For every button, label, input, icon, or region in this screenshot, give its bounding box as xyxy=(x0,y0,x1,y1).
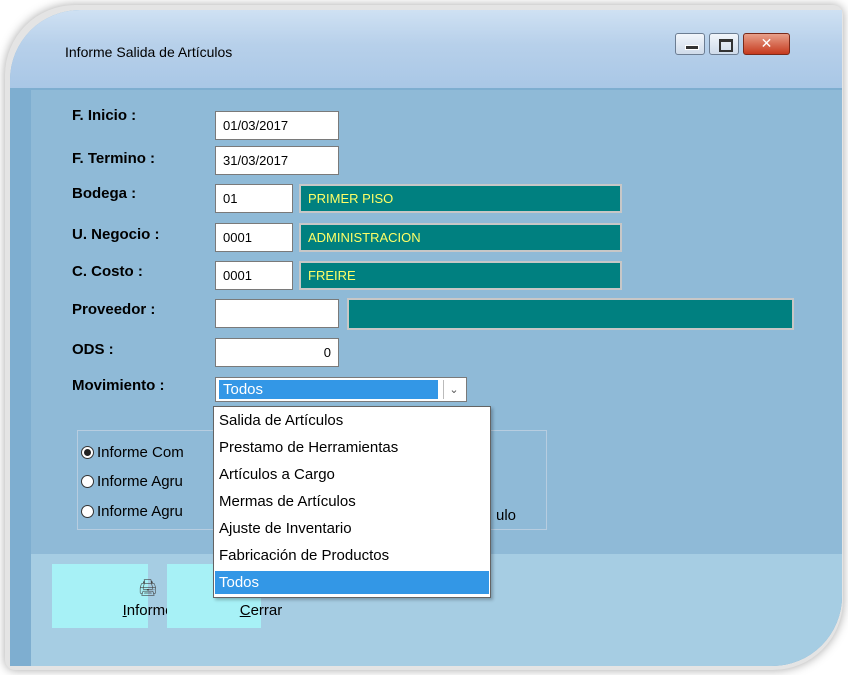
radio-option-1-label: Informe Com xyxy=(97,444,184,461)
proveedor-name-field xyxy=(347,298,794,330)
dropdown-option[interactable]: Prestamo de Herramientas xyxy=(215,436,489,459)
minimize-button[interactable] xyxy=(675,33,705,55)
minimize-icon xyxy=(685,45,699,50)
cerrar-button-label: Cerrar xyxy=(239,602,283,619)
radio-option-3[interactable]: Informe Agru xyxy=(81,503,183,520)
label-ods: ODS : xyxy=(72,341,114,358)
movimiento-dropdown-list: Salida de Artículos Prestamo de Herramie… xyxy=(213,406,491,598)
label-bodega: Bodega : xyxy=(72,185,137,202)
label-proveedor: Proveedor : xyxy=(72,301,156,318)
negocio-code-input[interactable]: 0001 xyxy=(215,223,293,252)
bodega-code-input[interactable]: 01 xyxy=(215,184,293,213)
dropdown-option[interactable]: Salida de Artículos xyxy=(215,409,489,432)
dropdown-option[interactable]: Artículos a Cargo xyxy=(215,463,489,486)
radio-option-2[interactable]: Informe Agru xyxy=(81,473,183,490)
movimiento-selected-value: Todos xyxy=(219,380,438,399)
label-inicio: F. Inicio : xyxy=(72,107,137,124)
dropdown-option[interactable]: Ajuste de Inventario xyxy=(215,517,489,540)
radio-checked-icon[interactable] xyxy=(81,446,94,459)
dropdown-option[interactable]: Mermas de Artículos xyxy=(215,490,489,513)
costo-name-field: FREIRE xyxy=(299,261,622,290)
costo-code-input[interactable]: 0001 xyxy=(215,261,293,290)
app-window: Informe Salida de Artículos ✕ F. Inicio … xyxy=(10,10,842,666)
title-bar[interactable]: Informe Salida de Artículos ✕ xyxy=(10,10,842,88)
proveedor-code-input[interactable] xyxy=(215,299,339,328)
termino-date-input[interactable]: 31/03/2017 xyxy=(215,146,339,175)
dropdown-option-selected[interactable]: Todos xyxy=(215,571,489,594)
ods-input[interactable]: 0 xyxy=(215,338,339,367)
dropdown-option[interactable]: Fabricación de Productos xyxy=(215,544,489,567)
movimiento-select[interactable]: Todos ⌄ xyxy=(215,377,467,402)
maximize-icon xyxy=(719,39,733,52)
radio-option-2-label: Informe Agru xyxy=(97,473,183,490)
chevron-down-icon[interactable]: ⌄ xyxy=(443,380,464,399)
informe-button[interactable]: 🖨 Informe xyxy=(52,564,173,628)
label-negocio: U. Negocio : xyxy=(72,226,160,243)
label-movimiento: Movimiento : xyxy=(72,377,165,394)
negocio-name-field: ADMINISTRACION xyxy=(299,223,622,252)
radio-option-3-label-tail: ulo xyxy=(496,507,517,524)
radio-option-1[interactable]: Informe Com xyxy=(81,444,184,461)
bodega-name-field: PRIMER PISO xyxy=(299,184,622,213)
maximize-button[interactable] xyxy=(709,33,739,55)
radio-option-3-label: Informe Agru xyxy=(97,503,183,520)
inicio-date-input[interactable]: 01/03/2017 xyxy=(215,111,339,140)
close-button[interactable]: ✕ xyxy=(743,33,790,55)
label-termino: F. Termino : xyxy=(72,150,156,167)
label-costo: C. Costo : xyxy=(72,263,143,280)
radio-unchecked-icon[interactable] xyxy=(81,475,94,488)
close-icon: ✕ xyxy=(760,36,773,52)
window-title: Informe Salida de Artículos xyxy=(65,44,233,60)
radio-unchecked-icon[interactable] xyxy=(81,505,94,518)
